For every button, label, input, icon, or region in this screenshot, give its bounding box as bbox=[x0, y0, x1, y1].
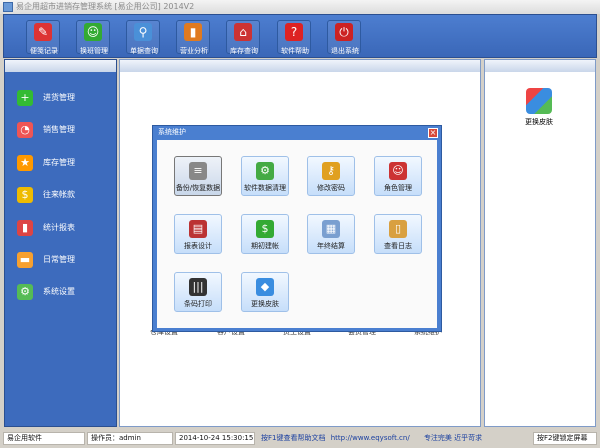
dialog-button-3[interactable]: ☺ 角色管理 bbox=[374, 156, 422, 196]
sidebar-item-label: 销售管理 bbox=[43, 125, 75, 135]
notepad-icon: ✎ bbox=[34, 23, 52, 41]
system-maintenance-dialog: 系统维护 × ≡ 备份/恢复数据 ⚙ 软件数据清理 ⚷ 修改密码 ☺ 角色管理 ▤ 报表设计 $ 期初… bbox=[152, 125, 442, 332]
dialog-title: 系统维护 bbox=[158, 128, 186, 136]
dialog-button-6[interactable]: ▦ 年终结算 bbox=[307, 214, 355, 254]
sidebar-item-3[interactable]: $ 往来帐款 bbox=[17, 185, 113, 205]
window-title: 易企用超市进销存管理系统 [易企用公司] 2014V2 bbox=[16, 2, 195, 11]
bar-chart-icon: ▮ bbox=[17, 219, 33, 236]
status-datetime: 2014-10-24 15:30:15 bbox=[175, 432, 255, 445]
dialog-body: ≡ 备份/恢复数据 ⚙ 软件数据清理 ⚷ 修改密码 ☺ 角色管理 ▤ 报表设计 $ 期初建帐 ▦ 年终结算… bbox=[157, 140, 437, 328]
power-icon: ⏻ bbox=[335, 23, 353, 41]
sidebar: + 进货管理 ◔ 销售管理 ★ 库存管理 $ 往来帐款 ▮ 统计报表 ▬ 日常管理 ⚙ 系统设置 bbox=[4, 59, 117, 427]
dialog-button-0[interactable]: ≡ 备份/恢复数据 bbox=[174, 156, 222, 196]
gear-icon: ⚙ bbox=[256, 162, 274, 180]
dialog-button-9[interactable]: ◆ 更换皮肤 bbox=[241, 272, 289, 312]
dialog-button-1[interactable]: ⚙ 软件数据清理 bbox=[241, 156, 289, 196]
sidebar-item-label: 系统设置 bbox=[43, 287, 75, 297]
database-icon: ≡ bbox=[189, 162, 207, 180]
status-help: 按F1键查看帮助文档 http://www.eqysoft.cn/ 专注完美 近… bbox=[257, 432, 530, 445]
folder-icon: ▬ bbox=[17, 252, 33, 268]
sidebar-item-5[interactable]: ▬ 日常管理 bbox=[17, 250, 113, 270]
sidebar-item-label: 往来帐款 bbox=[43, 190, 75, 200]
gear-icon: ⚙ bbox=[17, 284, 33, 301]
sidebar-item-label: 统计报表 bbox=[43, 222, 75, 232]
help-icon: ? bbox=[285, 23, 303, 41]
dialog-button-7[interactable]: ▯ 查看日志 bbox=[374, 214, 422, 254]
sidebar-item-6[interactable]: ⚙ 系统设置 bbox=[17, 282, 113, 302]
sidebar-item-0[interactable]: + 进货管理 bbox=[17, 88, 113, 108]
cubes-icon: ◆ bbox=[256, 278, 274, 296]
sidebar-item-1[interactable]: ◔ 销售管理 bbox=[17, 120, 113, 140]
status-bar: 易企用软件 操作员：admin 2014-10-24 15:30:15 按F1键… bbox=[0, 430, 600, 448]
title-bar: 易企用超市进销存管理系统 [易企用公司] 2014V2 bbox=[0, 0, 600, 14]
clipboard-icon: ▯ bbox=[389, 220, 407, 238]
users-icon: ☺ bbox=[84, 23, 102, 41]
bar-chart-icon: ▮ bbox=[184, 23, 202, 41]
dollar-icon: $ bbox=[256, 220, 274, 238]
key-icon: ⚷ bbox=[322, 162, 340, 180]
dollar-icon: $ bbox=[17, 187, 33, 204]
right-panel: 更换皮肤 bbox=[484, 59, 596, 427]
status-company: 易企用软件 bbox=[3, 432, 85, 445]
main-header bbox=[120, 60, 480, 72]
report-icon: ▤ bbox=[189, 220, 207, 238]
barcode-icon: ||| bbox=[189, 278, 207, 296]
cubes-icon bbox=[526, 88, 552, 114]
close-button[interactable]: × bbox=[428, 128, 438, 138]
slogan: 专注完美 近乎苛求 bbox=[423, 434, 483, 442]
sidebar-item-4[interactable]: ▮ 统计报表 bbox=[17, 218, 113, 238]
toolbar-button-4[interactable]: ⌂ 库存查询 bbox=[226, 20, 260, 55]
calendar-icon: ▦ bbox=[322, 220, 340, 238]
toolbar-button-3[interactable]: ▮ 营业分析 bbox=[176, 20, 210, 55]
toolbar-button-2[interactable]: ⚲ 单据查询 bbox=[126, 20, 160, 55]
change-skin-label: 更换皮肤 bbox=[525, 118, 553, 126]
sidebar-item-label: 进货管理 bbox=[43, 93, 75, 102]
change-skin-shortcut[interactable]: 更换皮肤 bbox=[519, 88, 559, 127]
users-icon: ☺ bbox=[389, 162, 407, 180]
dialog-button-4[interactable]: ▤ 报表设计 bbox=[174, 214, 222, 254]
magnifier-icon: ⚲ bbox=[134, 23, 152, 41]
toolbar-button-1[interactable]: ☺ 换班管理 bbox=[76, 20, 110, 55]
plus-icon: + bbox=[17, 90, 33, 106]
dialog-button-8[interactable]: ||| 条码打印 bbox=[174, 272, 222, 312]
star-icon: ★ bbox=[17, 154, 33, 171]
right-header bbox=[485, 60, 595, 72]
house-icon: ⌂ bbox=[234, 23, 252, 41]
sidebar-item-label: 库存管理 bbox=[43, 157, 75, 167]
sidebar-header bbox=[5, 60, 116, 72]
sidebar-item-label: 日常管理 bbox=[43, 255, 75, 264]
toolbar-button-5[interactable]: ? 软件帮助 bbox=[277, 20, 311, 55]
dialog-button-5[interactable]: $ 期初建帐 bbox=[241, 214, 289, 254]
toolbar: ✎ 便笺记录 ☺ 换班管理 ⚲ 单据查询 ▮ 营业分析 ⌂ 库存查询 ? 软件帮助 ⏻ 退出系统 bbox=[3, 14, 597, 58]
dialog-button-2[interactable]: ⚷ 修改密码 bbox=[307, 156, 355, 196]
app-icon bbox=[3, 2, 13, 12]
pie-chart-icon: ◔ bbox=[17, 122, 33, 139]
website-link[interactable]: http://www.eqysoft.cn/ bbox=[331, 434, 410, 442]
status-operator: 操作员：admin bbox=[87, 432, 173, 445]
sidebar-item-2[interactable]: ★ 库存管理 bbox=[17, 153, 113, 173]
toolbar-button-6[interactable]: ⏻ 退出系统 bbox=[327, 20, 361, 55]
help-hint: 按F1键查看帮助文档 bbox=[261, 434, 326, 442]
status-lock: 按F2键锁定屏幕 bbox=[533, 432, 597, 445]
toolbar-button-0[interactable]: ✎ 便笺记录 bbox=[26, 20, 60, 55]
